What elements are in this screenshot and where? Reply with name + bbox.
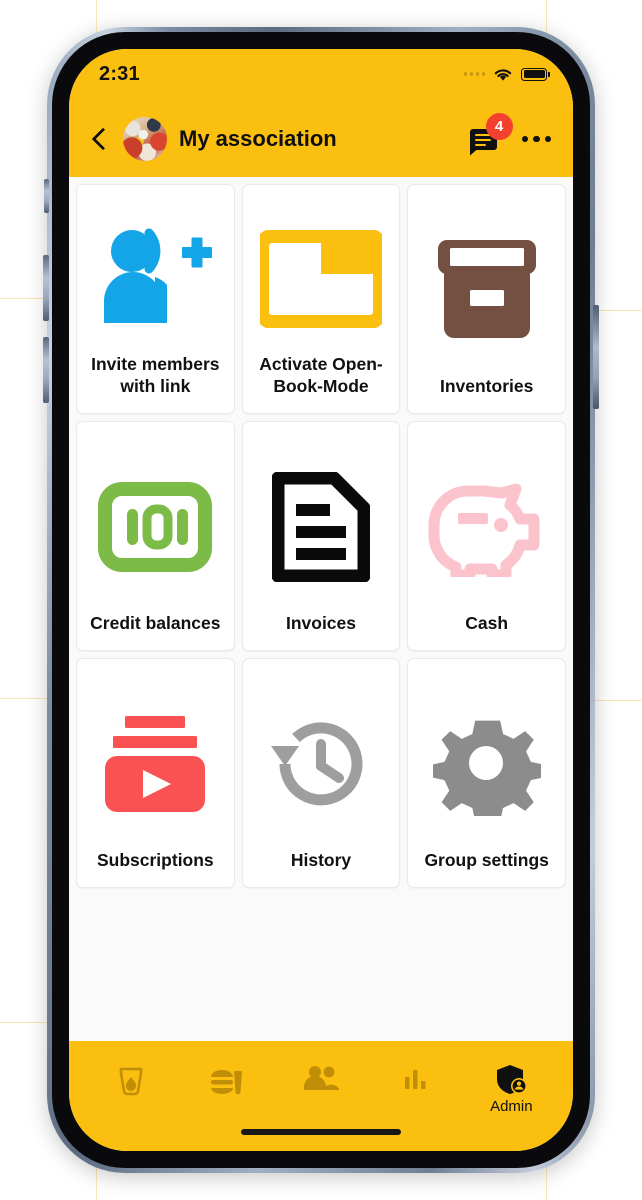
tile-activate-open-book-mode[interactable]: Activate Open-Book-Mode [241,184,401,414]
tile-label: Cash [465,612,509,633]
volume-down-button[interactable] [43,337,49,403]
phone-device-frame: 2:31 My association 4 Invite members wit… [43,27,599,1173]
nav-item-statistics[interactable] [378,1063,454,1096]
subscriptions-play-icon [85,679,226,849]
tile-subscriptions[interactable]: Subscriptions [76,658,235,888]
nav-label-admin: Admin [490,1098,533,1115]
nav-item-members[interactable] [283,1063,359,1096]
archive-box-icon [416,205,557,375]
tile-label: Invoices [285,612,357,633]
app-bar: My association 4 [69,101,573,177]
people-group-icon [302,1063,340,1093]
wifi-icon [492,66,514,82]
nav-item-drinks[interactable] [93,1063,169,1100]
battery-full-icon [521,67,550,81]
tile-label: Activate Open-Book-Mode [259,353,383,396]
drink-cup-icon [114,1063,148,1097]
person-add-icon [85,205,226,353]
chat-bubble-icon[interactable]: 4 [469,113,513,154]
status-bar: 2:31 [69,49,573,101]
page-title: My association [179,126,337,151]
tile-label: History [290,849,352,870]
bar-chart-icon [401,1063,431,1093]
tile-cash[interactable]: Cash [407,421,566,651]
volume-up-button[interactable] [43,255,49,321]
admin-content-area: Invite members with link Activate Open-B… [69,177,573,1041]
status-bar-indicators [463,63,550,82]
tile-invite-members[interactable]: Invite members with link [76,184,235,414]
home-indicator[interactable] [241,1129,401,1135]
admin-tile-grid: Invite members with link Activate Open-B… [69,177,573,888]
app-bar-actions: 4 [469,113,551,154]
chat-unread-badge: 4 [485,113,513,140]
tile-invoices[interactable]: Invoices [241,421,401,651]
tile-label: Group settings [424,849,549,870]
banknote-100-icon [85,442,226,612]
tile-label: Subscriptions [96,849,214,870]
tile-label: Credit balances [90,612,221,633]
nav-item-food[interactable] [188,1063,264,1100]
tile-history[interactable]: History [241,658,401,888]
screenshot-stage: 2:31 My association 4 Invite members wit… [0,0,642,1200]
nav-item-admin[interactable]: Admin [473,1063,549,1115]
tile-label: Inventories [439,375,534,396]
phone-bezel: 2:31 My association 4 Invite members wit… [52,32,590,1168]
history-clock-icon [251,679,392,849]
document-icon [251,442,392,612]
power-button[interactable] [593,305,599,409]
tile-inventories[interactable]: Inventories [407,184,566,414]
phone-screen: 2:31 My association 4 Invite members wit… [69,49,573,1151]
gear-icon [416,679,557,849]
group-avatar-image[interactable] [123,117,167,161]
shield-admin-icon [494,1063,528,1095]
tile-credit-balances[interactable]: Credit balances [76,421,235,651]
more-options-icon[interactable] [521,135,551,143]
folder-icon [251,205,392,353]
back-chevron-icon[interactable] [87,127,111,151]
tile-label: Invite members with link [91,353,220,396]
tile-group-settings[interactable]: Group settings [407,658,566,888]
piggy-bank-icon [416,442,557,612]
status-bar-clock: 2:31 [99,63,140,85]
signal-dots-icon [463,72,485,76]
mute-switch-button[interactable] [44,179,49,213]
food-meal-icon [208,1063,244,1097]
